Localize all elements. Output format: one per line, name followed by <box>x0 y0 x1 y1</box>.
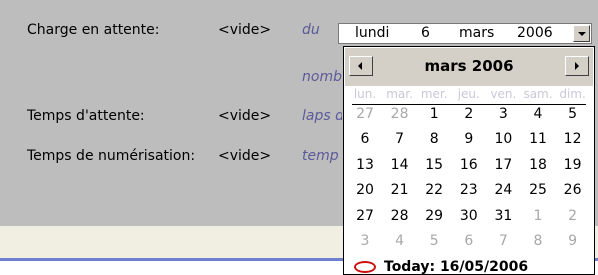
calendar-day[interactable]: 20 <box>348 181 382 199</box>
weekday-header: lun. mar. mer. jeu. ven. sam. dim. <box>348 87 590 103</box>
today-label[interactable]: Today: 16/05/2006 <box>384 259 528 274</box>
chevron-down-icon <box>578 32 586 36</box>
calendar-day[interactable]: 1 <box>521 207 555 225</box>
calendar-day[interactable]: 17 <box>486 156 520 174</box>
calendar-day[interactable]: 5 <box>556 105 590 123</box>
calendar-day[interactable]: 10 <box>486 130 520 148</box>
calendar-day[interactable]: 24 <box>486 181 520 199</box>
calendar-day[interactable]: 28 <box>383 207 417 225</box>
wait-time-value: <vide> <box>218 108 272 124</box>
calendar-day[interactable]: 7 <box>383 130 417 148</box>
weekday-label: mer. <box>420 87 448 101</box>
calendar-day[interactable]: 23 <box>452 181 486 199</box>
calendar-day[interactable]: 27 <box>348 207 382 225</box>
calendar-day[interactable]: 27 <box>348 105 382 123</box>
scan-time-label: Temps de numérisation: <box>27 148 196 164</box>
count-hint: nomb <box>302 69 342 85</box>
calendar-day[interactable]: 19 <box>556 156 590 174</box>
calendar-header: mars 2006 <box>345 48 593 86</box>
calendar-day[interactable]: 16 <box>452 156 486 174</box>
wait-time-label: Temps d'attente: <box>27 108 145 124</box>
charge-hint: du <box>302 22 320 38</box>
calendar-day[interactable]: 4 <box>521 105 555 123</box>
charge-label: Charge en attente: <box>27 22 160 38</box>
calendar-day[interactable]: 31 <box>486 207 520 225</box>
calendar-day[interactable]: 9 <box>556 232 590 250</box>
calendar-day[interactable]: 26 <box>556 181 590 199</box>
calendar-day[interactable]: 5 <box>417 232 451 250</box>
charge-value: <vide> <box>218 22 272 38</box>
calendar-day[interactable]: 18 <box>521 156 555 174</box>
weekday-label: jeu. <box>457 87 480 101</box>
next-month-button[interactable] <box>565 56 589 76</box>
calendar-day[interactable]: 3 <box>348 232 382 250</box>
date-combobox[interactable]: lundi 6 mars 2006 <box>338 23 592 44</box>
calendar-day[interactable]: 12 <box>556 130 590 148</box>
calendar-day[interactable]: 21 <box>383 181 417 199</box>
calendar-day[interactable]: 8 <box>417 130 451 148</box>
weekday-label: dim. <box>559 87 586 101</box>
calendar-day[interactable]: 15 <box>417 156 451 174</box>
calendar-day[interactable]: 28 <box>383 105 417 123</box>
date-weekday[interactable]: lundi <box>355 25 389 41</box>
today-link[interactable]: Today: 16/05/2006 <box>344 258 594 274</box>
calendar-day[interactable]: 25 <box>521 181 555 199</box>
weekday-label: ven. <box>490 87 517 101</box>
calendar-day[interactable]: 1 <box>417 105 451 123</box>
calendar-day[interactable]: 13 <box>348 156 382 174</box>
calendar-day[interactable]: 9 <box>452 130 486 148</box>
calendar-day[interactable]: 2 <box>452 105 486 123</box>
calendar-day[interactable]: 14 <box>383 156 417 174</box>
calendar-day[interactable]: 22 <box>417 181 451 199</box>
arrow-right-icon <box>575 62 579 70</box>
wait-time-hint: laps d <box>302 108 342 124</box>
dropdown-button[interactable] <box>573 25 590 42</box>
calendar-month-title: mars 2006 <box>424 57 514 75</box>
date-day[interactable]: 6 <box>421 25 430 41</box>
calendar-day[interactable]: 8 <box>521 232 555 250</box>
calendar-day[interactable]: 6 <box>348 130 382 149</box>
calendar-day[interactable]: 3 <box>486 105 520 123</box>
calendar-day[interactable]: 30 <box>452 207 486 225</box>
calendar-day[interactable]: 2 <box>556 207 590 225</box>
weekday-label: lun. <box>353 87 377 101</box>
today-circle-icon <box>354 261 376 273</box>
scan-time-hint: temp <box>302 148 339 164</box>
calendar-day[interactable]: 29 <box>417 207 451 225</box>
calendar-day[interactable]: 6 <box>452 232 486 250</box>
scan-time-value: <vide> <box>218 148 272 164</box>
calendar-day[interactable]: 7 <box>486 232 520 250</box>
calendar-day[interactable]: 11 <box>521 130 555 148</box>
weekday-label: sam. <box>523 87 553 101</box>
calendar-day[interactable]: 4 <box>383 232 417 250</box>
date-year[interactable]: 2006 <box>517 25 553 41</box>
weekday-label: mar. <box>386 87 413 101</box>
calendar-dropdown: mars 2006 lun. mar. mer. jeu. ven. sam. dim. 2… <box>343 46 595 275</box>
date-month[interactable]: mars <box>459 25 494 41</box>
